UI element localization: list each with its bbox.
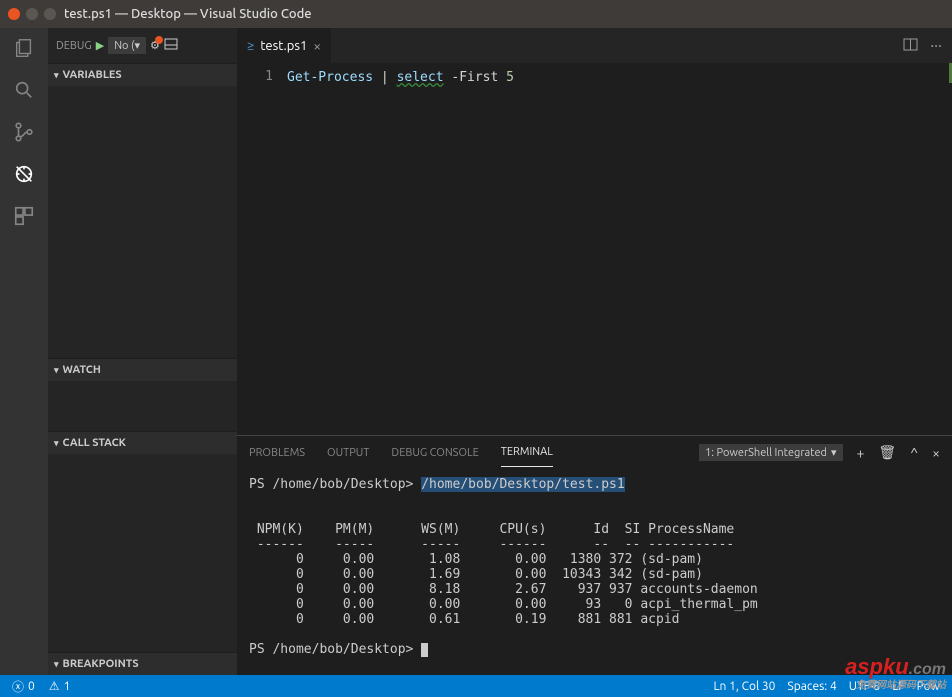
debug-toolbar: DEBUG ▶ No (▾ ⚙ [48, 28, 237, 63]
tab-terminal[interactable]: TERMINAL [501, 438, 553, 467]
extensions-icon[interactable] [12, 204, 36, 228]
maximize-panel-icon[interactable]: ^ [910, 445, 918, 461]
terminal-panel: PROBLEMS OUTPUT DEBUG CONSOLE TERMINAL 1… [237, 435, 952, 675]
line-gutter: 1 [237, 63, 287, 435]
variables-body [48, 86, 237, 358]
code-token: 5 [506, 70, 514, 85]
chevron-down-icon: ▾ [54, 70, 59, 81]
new-terminal-icon[interactable]: + [857, 445, 865, 461]
terminal-content[interactable]: PS /home/bob/Desktop> /home/bob/Desktop/… [237, 469, 952, 675]
watch-header[interactable]: ▾ WATCH [48, 359, 237, 381]
terminal-output-line: 0 0.00 1.69 0.00 10343 342 (sd-pam) [249, 567, 703, 582]
status-warnings[interactable]: ⚠ 1 [45, 679, 75, 693]
debug-label: DEBUG [56, 40, 92, 52]
tab-label: test.ps1 [260, 39, 307, 53]
editor-tab-bar: ≥ test.ps1 × ··· [237, 28, 952, 63]
callstack-header[interactable]: ▾ CALL STACK [48, 432, 237, 454]
terminal-output-line: 0 0.00 1.08 0.00 1380 372 (sd-pam) [249, 552, 703, 567]
status-ln-col[interactable]: Ln 1, Col 30 [709, 680, 779, 693]
tab-output[interactable]: OUTPUT [327, 439, 369, 467]
terminal-output-line: NPM(K) PM(M) WS(M) CPU(s) Id SI ProcessN… [249, 522, 734, 537]
status-errors[interactable]: ⓧ 0 [8, 678, 39, 695]
activity-bar [0, 28, 48, 675]
close-window-icon[interactable] [8, 8, 20, 20]
editor-area: ≥ test.ps1 × ··· 1 Get-Process | select … [237, 28, 952, 675]
tab-debug-console[interactable]: DEBUG CONSOLE [391, 439, 478, 467]
code-token: Get-Process [287, 70, 373, 85]
terminal-output-line: 0 0.00 0.00 0.00 93 0 acpi_thermal_pm [249, 597, 758, 612]
tab-problems[interactable]: PROBLEMS [249, 439, 305, 467]
close-panel-icon[interactable]: × [932, 445, 940, 461]
variables-label: VARIABLES [63, 69, 122, 81]
debug-console-toggle-icon[interactable] [164, 38, 178, 53]
line-number: 1 [237, 69, 273, 84]
variables-header[interactable]: ▾ VARIABLES [48, 64, 237, 86]
status-eol[interactable]: LF [888, 680, 908, 693]
close-icon[interactable]: × [313, 38, 321, 54]
window-titlebar: test.ps1 — Desktop — Visual Studio Code [0, 0, 952, 28]
search-icon[interactable] [12, 78, 36, 102]
panel-tab-bar: PROBLEMS OUTPUT DEBUG CONSOLE TERMINAL 1… [237, 436, 952, 469]
powershell-file-icon: ≥ [247, 39, 254, 53]
chevron-down-icon: ▾ [54, 659, 59, 670]
watch-label: WATCH [63, 364, 101, 376]
terminal-prompt: PS /home/bob/Desktop> [249, 477, 413, 492]
minimize-window-icon[interactable] [26, 8, 38, 20]
code-token: select [397, 70, 444, 85]
breakpoints-header[interactable]: ▾ BREAKPOINTS [48, 653, 237, 675]
terminal-prompt: PS /home/bob/Desktop> [249, 642, 413, 657]
source-control-icon[interactable] [12, 120, 36, 144]
debug-config-selector[interactable]: No (▾ [108, 37, 146, 54]
code-content[interactable]: Get-Process | select -First 5 [287, 63, 952, 435]
cursor [421, 643, 428, 657]
breakpoints-label: BREAKPOINTS [63, 658, 139, 670]
debug-icon[interactable] [12, 162, 36, 186]
watch-body [48, 381, 237, 431]
status-language[interactable]: Pow [913, 680, 944, 693]
terminal-output-line: 0 0.00 8.18 2.67 937 937 accounts-daemon [249, 582, 758, 597]
sidebar: DEBUG ▶ No (▾ ⚙ ▾ VARIABLES ▾ WATCH ▾ [48, 28, 237, 675]
maximize-window-icon[interactable] [44, 8, 56, 20]
gear-icon[interactable]: ⚙ [150, 39, 160, 52]
terminal-output-line: 0 0.00 0.61 0.19 881 881 acpid [249, 612, 679, 627]
terminal-command: /home/bob/Desktop/test.ps1 [421, 477, 625, 492]
tab-test-ps1[interactable]: ≥ test.ps1 × [237, 28, 332, 63]
files-icon[interactable] [12, 36, 36, 60]
terminal-selector[interactable]: 1: PowerShell Integrated ▾ [699, 444, 842, 461]
status-spaces[interactable]: Spaces: 4 [783, 680, 840, 693]
editor-body[interactable]: 1 Get-Process | select -First 5 [237, 63, 952, 435]
kill-terminal-icon[interactable]: 🗑 [878, 444, 896, 461]
window-title: test.ps1 — Desktop — Visual Studio Code [64, 7, 312, 21]
callstack-label: CALL STACK [63, 437, 126, 449]
split-editor-icon[interactable] [903, 37, 918, 55]
more-actions-icon[interactable]: ··· [930, 37, 942, 55]
statusbar: ⓧ 0 ⚠ 1 Ln 1, Col 30 Spaces: 4 UTF-8 LF … [0, 675, 952, 697]
window-controls [8, 8, 56, 20]
start-debug-icon[interactable]: ▶ [96, 39, 104, 52]
chevron-down-icon: ▾ [54, 365, 59, 376]
code-token: -First [444, 70, 507, 85]
status-encoding[interactable]: UTF-8 [845, 680, 884, 693]
code-token: | [373, 70, 396, 85]
terminal-output-line: ------ ----- ----- ------ -- -- --------… [249, 537, 734, 552]
callstack-body [48, 454, 237, 634]
chevron-down-icon: ▾ [54, 438, 59, 449]
